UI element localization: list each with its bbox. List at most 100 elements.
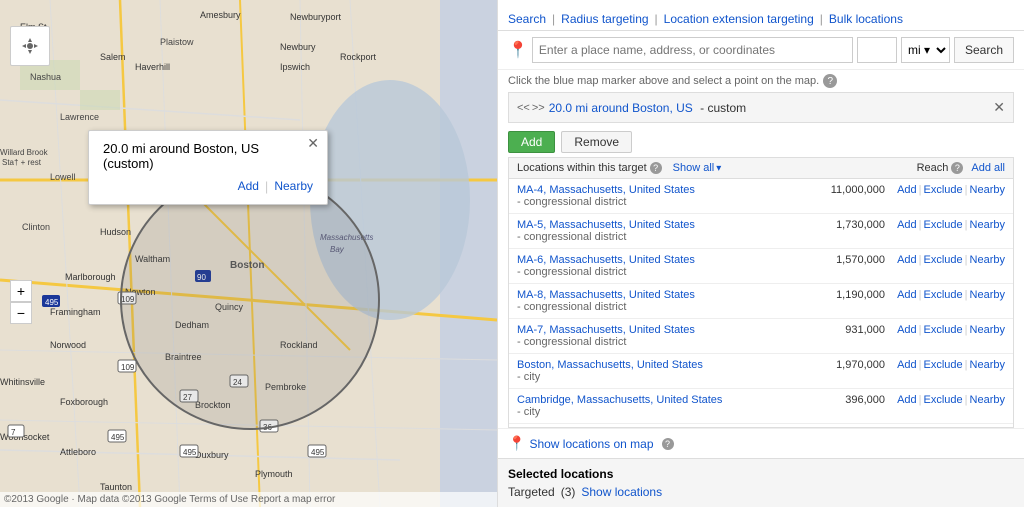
row-location-cell: Cambridge, Massachusetts, United States … — [517, 394, 785, 418]
locations-table: Locations within this target ? Show all … — [508, 157, 1014, 428]
show-on-map: 📍 Show locations on map ? — [498, 428, 1024, 458]
search-button[interactable]: Search — [954, 37, 1014, 63]
col-reach-help-icon[interactable]: ? — [951, 162, 963, 174]
tab-location-ext[interactable]: Location extension targeting — [664, 8, 814, 30]
svg-text:495: 495 — [183, 448, 197, 457]
row-exclude-link[interactable]: Exclude — [924, 254, 963, 266]
map-area[interactable]: Elm St Amesbury Plaistow Newburyport New… — [0, 0, 497, 507]
row-exclude-link[interactable]: Exclude — [924, 324, 963, 336]
location-search-input[interactable] — [532, 37, 853, 63]
search-row: 📍 20 mi ▾ km Search — [498, 31, 1024, 70]
row-type: - city — [517, 371, 785, 383]
zoom-out-button[interactable]: − — [10, 302, 32, 324]
add-button[interactable]: Add — [508, 131, 555, 153]
row-add-link[interactable]: Add — [897, 219, 917, 231]
row-add-link[interactable]: Add — [897, 254, 917, 266]
show-on-map-help-icon[interactable]: ? — [662, 438, 674, 450]
hint-help-icon[interactable]: ? — [823, 74, 837, 88]
tooltip-add-link[interactable]: Add — [238, 179, 259, 194]
map-zoom-controls[interactable]: + − — [10, 280, 32, 324]
row-type: - congressional district — [517, 231, 785, 243]
tooltip-title: 20.0 mi around Boston, US (custom) — [103, 141, 259, 171]
location-link[interactable]: Cambridge, Massachusetts, United States — [517, 394, 722, 406]
nav-left-icon[interactable]: << — [517, 102, 530, 114]
svg-text:Woonsocket: Woonsocket — [0, 432, 50, 442]
table-row: MA-4, Massachusetts, United States - con… — [509, 179, 1013, 214]
svg-text:Nashua: Nashua — [30, 72, 61, 82]
table-row: Cambridge, Massachusetts, United States … — [509, 389, 1013, 424]
location-link[interactable]: MA-8, Massachusetts, United States — [517, 289, 695, 301]
location-link[interactable]: MA-4, Massachusetts, United States — [517, 184, 695, 196]
row-nearby-link[interactable]: Nearby — [970, 219, 1005, 231]
row-reach: 396,000 — [785, 394, 885, 406]
location-link[interactable]: MA-7, Massachusetts, United States — [517, 324, 695, 336]
row-nearby-link[interactable]: Nearby — [970, 254, 1005, 266]
svg-text:Haverhill: Haverhill — [135, 62, 170, 72]
row-exclude-link[interactable]: Exclude — [924, 359, 963, 371]
distance-input[interactable]: 20 — [857, 37, 897, 63]
row-exclude-link[interactable]: Exclude — [924, 184, 963, 196]
svg-text:Plaistow: Plaistow — [160, 37, 194, 47]
nav-right-icon[interactable]: >> — [532, 102, 545, 114]
row-exclude-link[interactable]: Exclude — [924, 219, 963, 231]
row-add-link[interactable]: Add — [897, 289, 917, 301]
location-link[interactable]: Boston, Massachusetts, United States — [517, 359, 703, 371]
svg-text:Amesbury: Amesbury — [200, 10, 241, 20]
row-type: - city — [517, 406, 785, 418]
map-navigation-control[interactable] — [10, 26, 50, 66]
tooltip-close-button[interactable]: ✕ — [307, 135, 319, 152]
row-nearby-link[interactable]: Nearby — [970, 394, 1005, 406]
location-link[interactable]: MA-5, Massachusetts, United States — [517, 219, 695, 231]
radius-text: 20.0 mi around Boston, US — [549, 101, 693, 115]
row-nearby-link[interactable]: Nearby — [970, 359, 1005, 371]
tab-bulk[interactable]: Bulk locations — [829, 8, 903, 30]
map-tooltip: ✕ 20.0 mi around Boston, US (custom) Add… — [88, 130, 328, 205]
row-add-link[interactable]: Add — [897, 324, 917, 336]
row-nearby-link[interactable]: Nearby — [970, 324, 1005, 336]
row-exclude-link[interactable]: Exclude — [924, 394, 963, 406]
row-exclude-link[interactable]: Exclude — [924, 289, 963, 301]
svg-text:Hudson: Hudson — [100, 227, 131, 237]
tooltip-separator: | — [265, 179, 268, 194]
table-rows-container: MA-4, Massachusetts, United States - con… — [509, 179, 1013, 424]
row-type: - congressional district — [517, 301, 785, 313]
table-row: MA-6, Massachusetts, United States - con… — [509, 249, 1013, 284]
tabs-bar: Search | Radius targeting | Location ext… — [498, 0, 1024, 31]
row-location-cell: Boston, Massachusetts, United States - c… — [517, 359, 785, 383]
svg-text:Plymouth: Plymouth — [255, 469, 293, 479]
map-pin-blue-icon: 📍 — [508, 435, 525, 452]
remove-button[interactable]: Remove — [561, 131, 632, 153]
map-attribution: ©2013 Google · Map data ©2013 Google Ter… — [0, 492, 497, 507]
row-type: - congressional district — [517, 266, 785, 278]
row-nearby-link[interactable]: Nearby — [970, 289, 1005, 301]
svg-text:Whitinsville: Whitinsville — [0, 377, 45, 387]
row-type: - congressional district — [517, 196, 785, 208]
svg-text:Lowell: Lowell — [50, 172, 76, 182]
selected-locations-section: Selected locations Targeted (3) Show loc… — [498, 458, 1024, 507]
add-all-button[interactable]: Add all — [971, 162, 1005, 174]
svg-text:495: 495 — [111, 433, 125, 442]
tab-radius[interactable]: Radius targeting — [561, 8, 648, 30]
svg-text:495: 495 — [311, 448, 325, 457]
svg-text:Salem: Salem — [100, 52, 126, 62]
table-row: Boston, Massachusetts, United States - c… — [509, 354, 1013, 389]
row-reach: 11,000,000 — [785, 184, 885, 196]
col-location-help-icon[interactable]: ? — [650, 162, 662, 174]
show-locations-link[interactable]: Show locations — [581, 485, 662, 499]
row-nearby-link[interactable]: Nearby — [970, 184, 1005, 196]
tooltip-nearby-link[interactable]: Nearby — [274, 179, 313, 194]
show-on-map-link[interactable]: 📍 Show locations on map — [508, 435, 654, 452]
row-add-link[interactable]: Add — [897, 359, 917, 371]
row-add-link[interactable]: Add — [897, 394, 917, 406]
zoom-in-button[interactable]: + — [10, 280, 32, 302]
row-reach: 1,730,000 — [785, 219, 885, 231]
svg-text:Willard Brook: Willard Brook — [0, 148, 49, 157]
show-all-dropdown[interactable]: Show all — [673, 162, 722, 174]
unit-select[interactable]: mi ▾ km — [901, 37, 950, 63]
radius-close-button[interactable]: ✕ — [993, 99, 1005, 116]
location-link[interactable]: MA-6, Massachusetts, United States — [517, 254, 695, 266]
row-add-link[interactable]: Add — [897, 184, 917, 196]
svg-text:Framingham: Framingham — [50, 307, 101, 317]
tab-search[interactable]: Search — [508, 8, 546, 30]
nav-arrows[interactable]: << >> — [517, 102, 545, 114]
